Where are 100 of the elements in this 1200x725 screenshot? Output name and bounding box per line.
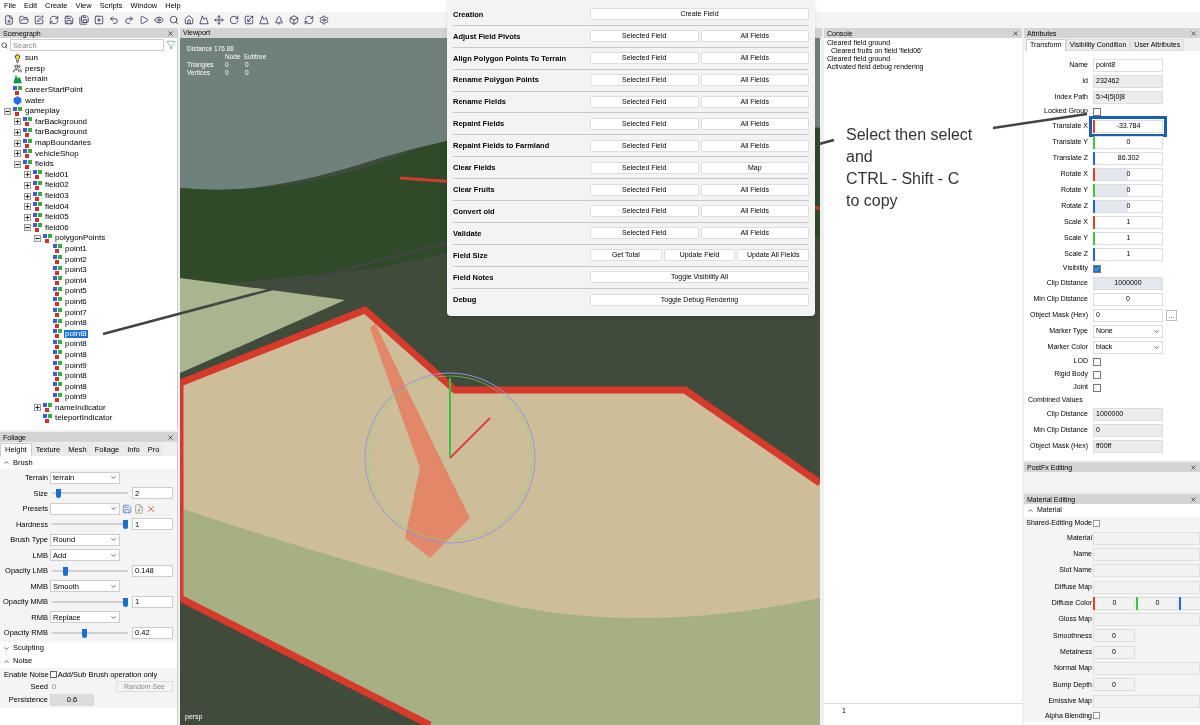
expand-toggle-icon[interactable] <box>14 150 21 158</box>
tree-item[interactable]: teleportIndicator <box>54 414 114 423</box>
tree-item[interactable]: terrain <box>24 75 49 84</box>
edit-icon[interactable] <box>34 15 44 25</box>
tree-item[interactable]: point6 <box>64 297 88 306</box>
close-icon[interactable] <box>167 29 174 37</box>
search-icon[interactable] <box>169 15 179 25</box>
expand-toggle-icon[interactable] <box>14 118 21 126</box>
tree-item[interactable]: point2 <box>64 255 88 264</box>
delete-icon[interactable] <box>146 503 156 514</box>
checkbox[interactable] <box>49 671 57 678</box>
slider-thumb[interactable] <box>123 520 128 530</box>
expand-toggle-icon[interactable] <box>24 213 31 221</box>
chevron-up-icon[interactable] <box>3 459 10 466</box>
tree-item[interactable]: field02 <box>44 181 70 190</box>
tree-item[interactable]: nameIndicator <box>54 403 107 412</box>
eye-icon[interactable] <box>154 15 164 25</box>
slider-thumb[interactable] <box>123 597 128 607</box>
scale-icon[interactable] <box>244 15 254 25</box>
tree-item[interactable]: point9 <box>64 361 88 370</box>
tree-item[interactable]: careerStartPoint <box>24 86 84 95</box>
close-icon[interactable] <box>1190 463 1197 471</box>
slider[interactable] <box>52 628 128 637</box>
refresh-icon[interactable] <box>304 15 314 25</box>
tree-item[interactable]: fields <box>34 160 55 169</box>
collapse-toggle-icon[interactable] <box>14 160 21 168</box>
expand-toggle-icon[interactable] <box>14 128 21 136</box>
checkbox[interactable] <box>1093 357 1101 366</box>
tree-item[interactable]: point8 <box>64 329 88 338</box>
checkbox[interactable] <box>1093 370 1101 379</box>
home-icon[interactable] <box>184 15 194 25</box>
tree-item[interactable]: point1 <box>64 245 88 253</box>
slider[interactable] <box>52 489 128 498</box>
move-icon[interactable] <box>214 15 224 25</box>
tree-item[interactable]: point8 <box>64 350 88 359</box>
chevron-up-icon[interactable] <box>3 657 10 665</box>
tree-item[interactable]: field01 <box>44 170 70 179</box>
close-icon[interactable] <box>1190 29 1197 37</box>
expand-toggle-icon[interactable] <box>34 404 41 412</box>
refresh-icon[interactable] <box>49 15 59 25</box>
tree-item[interactable]: field04 <box>44 202 70 211</box>
tree-item[interactable]: point7 <box>64 308 88 317</box>
settings-icon[interactable] <box>319 15 329 25</box>
expand-toggle-icon[interactable] <box>24 192 31 200</box>
expand-toggle-icon[interactable] <box>24 181 31 189</box>
new-file-icon[interactable] <box>4 15 14 25</box>
tree-item[interactable]: point8 <box>64 319 88 328</box>
tree-item[interactable]: mapBoundaries <box>34 139 93 148</box>
tree-item[interactable]: point8 <box>64 382 88 391</box>
save-icon[interactable] <box>122 503 132 514</box>
expand-toggle-icon[interactable] <box>14 139 21 147</box>
play-icon[interactable] <box>139 15 149 25</box>
terrain-icon[interactable] <box>259 15 269 25</box>
tree-item[interactable]: polygonPoints <box>54 234 107 243</box>
tree-item[interactable]: field05 <box>44 213 70 222</box>
undo-icon[interactable] <box>109 15 119 25</box>
collapse-toggle-icon[interactable] <box>34 234 41 242</box>
tree-item[interactable]: vehicleShop <box>34 149 80 158</box>
tree-item[interactable]: field03 <box>44 192 70 200</box>
slider-thumb[interactable] <box>81 628 87 638</box>
transform-gizmo-drawing[interactable] <box>364 372 536 544</box>
slider[interactable] <box>52 597 128 606</box>
tree-item[interactable]: farBackground <box>34 117 89 126</box>
add-icon[interactable] <box>94 15 104 25</box>
tree-item[interactable]: point4 <box>64 276 88 285</box>
expand-toggle-icon[interactable] <box>24 171 31 179</box>
checkbox[interactable] <box>1093 520 1100 527</box>
tree-item[interactable]: point3 <box>64 266 88 275</box>
tree-item[interactable]: field06 <box>44 223 70 232</box>
chevron-down-icon[interactable] <box>3 644 10 652</box>
collapse-toggle-icon[interactable] <box>24 224 31 232</box>
save-all-icon[interactable] <box>79 15 89 25</box>
close-icon[interactable] <box>167 433 174 441</box>
slider[interactable] <box>52 566 128 575</box>
close-icon[interactable] <box>1012 29 1019 37</box>
checkbox[interactable] <box>1093 383 1101 392</box>
mountain-icon[interactable] <box>199 15 209 25</box>
expand-toggle-icon[interactable] <box>24 203 31 211</box>
tree-item[interactable]: sun <box>24 54 39 63</box>
tree-item[interactable]: point8 <box>64 372 88 381</box>
tree-item[interactable]: point8 <box>64 340 88 349</box>
save-icon[interactable] <box>64 15 74 25</box>
checkbox[interactable] <box>1093 712 1100 720</box>
tree-item[interactable]: point5 <box>64 287 88 296</box>
checkbox[interactable] <box>1093 264 1101 273</box>
checkbox[interactable] <box>1093 107 1101 116</box>
tree-item[interactable]: persp <box>24 64 46 73</box>
slider-thumb[interactable] <box>62 566 68 576</box>
redo-icon[interactable] <box>124 15 134 25</box>
chevron-up-icon[interactable] <box>1027 507 1034 514</box>
slider-thumb[interactable] <box>55 489 61 499</box>
tree-item[interactable]: farBackground <box>34 128 89 137</box>
slider[interactable] <box>52 520 128 529</box>
folder-icon[interactable] <box>19 15 29 25</box>
rotate-icon[interactable] <box>229 15 239 25</box>
collapse-toggle-icon[interactable] <box>4 107 11 115</box>
cube-icon[interactable] <box>289 15 299 25</box>
close-icon[interactable] <box>1190 495 1197 503</box>
tree-item[interactable]: water <box>24 96 46 105</box>
tree-item[interactable]: point9 <box>64 393 88 402</box>
